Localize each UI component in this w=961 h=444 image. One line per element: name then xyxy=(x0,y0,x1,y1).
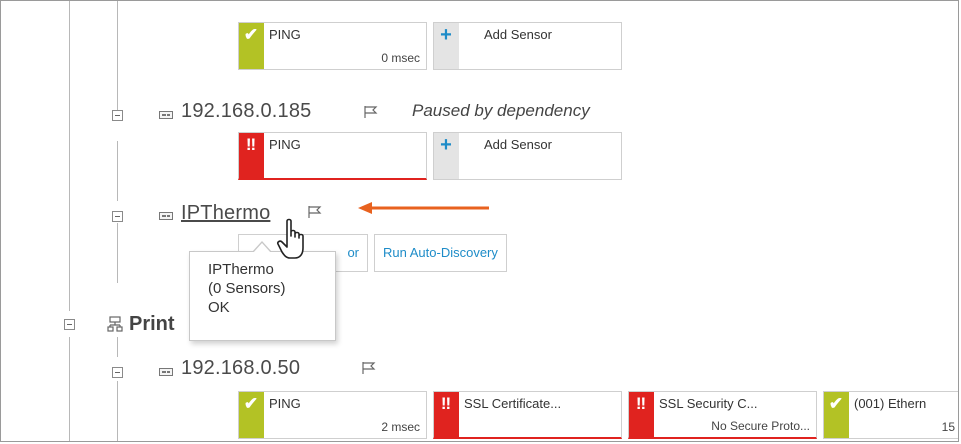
sensor-tile-ping[interactable]: ✔ PING 2 msec xyxy=(238,391,427,439)
tooltip-sensor-count: (0 Sensors) xyxy=(208,280,286,297)
device-name[interactable]: 192.168.0.50 xyxy=(181,357,300,380)
flag-icon[interactable] xyxy=(361,361,377,375)
tree-line xyxy=(117,223,118,283)
tree-line xyxy=(117,141,118,201)
annotation-arrow-icon xyxy=(358,202,489,214)
check-icon: ✔ xyxy=(243,394,259,413)
sensor-value: 0 msec xyxy=(381,51,420,65)
add-sensor-button-label: or xyxy=(347,245,359,260)
group-name[interactable]: Print xyxy=(129,313,175,336)
sensor-name: PING xyxy=(269,137,301,152)
add-sensor-label: Add Sensor xyxy=(484,27,552,42)
group-icon xyxy=(107,316,123,332)
tree-line xyxy=(69,337,70,441)
tooltip-device-name: IPThermo xyxy=(208,261,274,278)
exclamation-icon: ‼ xyxy=(245,135,257,154)
collapse-icon[interactable] xyxy=(112,110,123,121)
tree-line xyxy=(117,1,118,111)
device-name[interactable]: 192.168.0.185 xyxy=(181,100,312,123)
sensor-name: (001) Ethern xyxy=(854,396,927,411)
add-sensor-label: Add Sensor xyxy=(484,137,552,152)
sensor-value: 2 msec xyxy=(381,420,420,434)
exclamation-icon: ‼ xyxy=(635,394,647,413)
flag-icon[interactable] xyxy=(363,105,379,119)
collapse-icon[interactable] xyxy=(64,319,75,330)
add-sensor-tile[interactable]: + Add Sensor xyxy=(433,22,622,70)
plus-icon: + xyxy=(440,24,452,46)
tree-line xyxy=(117,381,118,441)
sensor-name: SSL Security C... xyxy=(659,396,758,411)
check-icon: ✔ xyxy=(243,25,259,44)
sensor-name: PING xyxy=(269,27,301,42)
device-icon xyxy=(159,212,173,220)
device-icon xyxy=(159,111,173,119)
exclamation-icon: ‼ xyxy=(440,394,452,413)
device-status: Paused by dependency xyxy=(412,101,590,120)
sensor-value: No Secure Proto... xyxy=(711,419,810,433)
sensor-tile-ping[interactable]: ‼ PING xyxy=(238,132,427,180)
device-tree: ✔ PING 0 msec + Add Sensor 192.168.0.185… xyxy=(0,0,959,442)
collapse-icon[interactable] xyxy=(112,367,123,378)
plus-icon: + xyxy=(440,134,452,156)
collapse-icon[interactable] xyxy=(112,211,123,222)
sensor-name: PING xyxy=(269,396,301,411)
check-icon: ✔ xyxy=(828,394,844,413)
sensor-name: SSL Certificate... xyxy=(464,396,562,411)
sensor-tile-ethernet[interactable]: ✔ (001) Ethern 15 xyxy=(823,391,958,439)
device-tooltip: IPThermo (0 Sensors) OK xyxy=(189,241,336,341)
tree-line xyxy=(69,1,70,311)
sensor-tile-ssl-certificate[interactable]: ‼ SSL Certificate... xyxy=(433,391,622,439)
sensor-tile-ssl-security[interactable]: ‼ SSL Security C... No Secure Proto... xyxy=(628,391,817,439)
device-icon xyxy=(159,368,173,376)
tooltip-status: OK xyxy=(208,299,230,316)
device-name-link[interactable]: IPThermo xyxy=(181,202,270,225)
sensor-tile-ping[interactable]: ✔ PING 0 msec xyxy=(238,22,427,70)
run-auto-discovery-label: Run Auto-Discovery xyxy=(383,245,498,260)
hand-pointer-icon xyxy=(277,218,304,259)
tree-line xyxy=(117,337,118,357)
flag-icon[interactable] xyxy=(307,205,323,219)
run-auto-discovery-button[interactable]: Run Auto-Discovery xyxy=(374,234,507,272)
tooltip-arrow xyxy=(252,241,272,253)
sensor-value: 15 xyxy=(941,420,955,434)
add-sensor-tile[interactable]: + Add Sensor xyxy=(433,132,622,180)
